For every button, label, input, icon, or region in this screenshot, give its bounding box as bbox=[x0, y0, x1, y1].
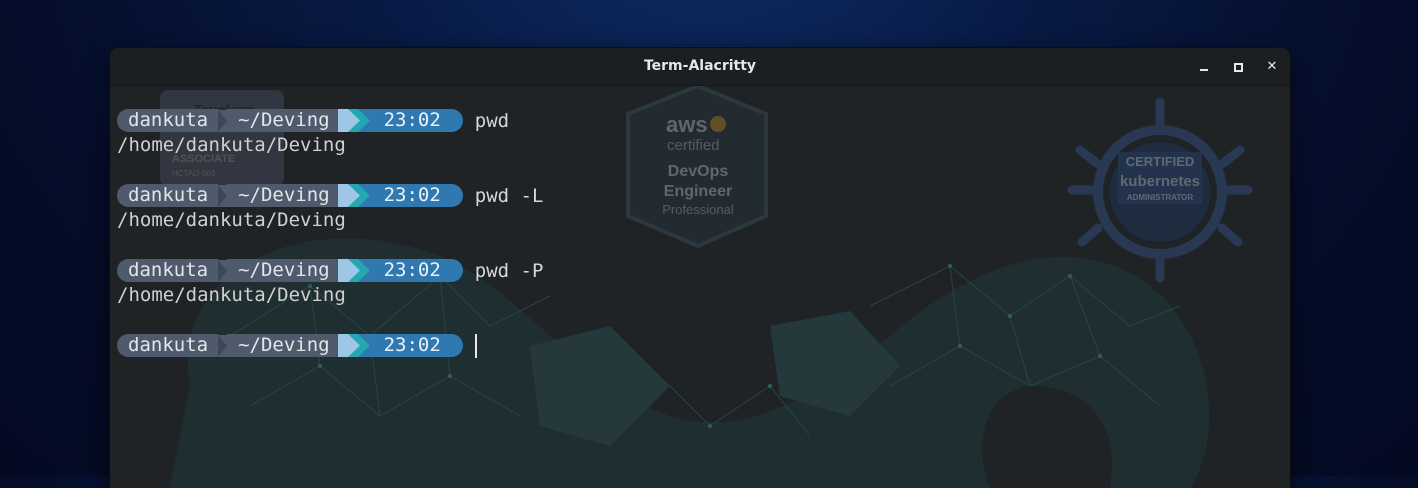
prompt-line: dankuta ~/Deving 23:02 pwd bbox=[117, 108, 543, 133]
prompt-directory: ~/Deving bbox=[227, 109, 338, 132]
command-text: pwd bbox=[474, 109, 510, 132]
terminal-window: Term-Alacritty ✕ Terraform ASSOCIATE HCT… bbox=[110, 48, 1290, 488]
prompt-time: 23:02 bbox=[379, 184, 463, 207]
prompt-directory: ~/Deving bbox=[227, 184, 338, 207]
prompt-separator-icon bbox=[218, 109, 228, 132]
terminal-area[interactable]: Terraform ASSOCIATE HCTAO-003 aws certif… bbox=[110, 86, 1290, 488]
title-bar[interactable]: Term-Alacritty ✕ bbox=[110, 48, 1290, 86]
minimize-icon bbox=[1200, 69, 1208, 71]
prompt-line: dankuta ~/Deving 23:02 pwd -L bbox=[117, 183, 543, 208]
prompt-directory: ~/Deving bbox=[227, 259, 338, 282]
text-cursor[interactable] bbox=[474, 333, 477, 358]
prompt-separator-icon bbox=[218, 334, 228, 357]
prompt-user: dankuta bbox=[117, 259, 219, 282]
prompt-time: 23:02 bbox=[379, 334, 463, 357]
svg-text:CERTIFIED: CERTIFIED bbox=[1126, 154, 1195, 169]
svg-text:kubernetes: kubernetes bbox=[1120, 173, 1200, 190]
prompt-user: dankuta bbox=[117, 184, 219, 207]
aws-devops-badge: aws certified DevOps Engineer Profession… bbox=[626, 86, 768, 249]
command-output: /home/dankuta/Deving bbox=[117, 284, 346, 306]
close-icon: ✕ bbox=[1266, 59, 1278, 74]
prompt-chevrons-icon bbox=[337, 334, 380, 357]
svg-text:ADMINISTRATOR: ADMINISTRATOR bbox=[1127, 193, 1194, 202]
prompt-time: 23:02 bbox=[379, 259, 463, 282]
prompt-separator-icon bbox=[218, 184, 228, 207]
prompt-line: dankuta ~/Deving 23:02 pwd -P bbox=[117, 258, 543, 283]
prompt-chevrons-icon bbox=[337, 184, 380, 207]
svg-text:Engineer: Engineer bbox=[664, 183, 732, 200]
minimize-button[interactable] bbox=[1194, 57, 1214, 77]
prompt-line-active[interactable]: dankuta ~/Deving 23:02 bbox=[117, 333, 543, 358]
svg-text:Professional: Professional bbox=[662, 202, 734, 217]
maximize-icon bbox=[1234, 63, 1243, 72]
close-button[interactable]: ✕ bbox=[1262, 57, 1282, 77]
prompt-separator-icon bbox=[218, 259, 228, 282]
prompt-chevrons-icon bbox=[337, 259, 380, 282]
svg-text:DevOps: DevOps bbox=[668, 163, 729, 180]
command-text: pwd -P bbox=[474, 259, 544, 282]
prompt-time: 23:02 bbox=[379, 109, 463, 132]
prompt-chevrons-icon bbox=[337, 109, 380, 132]
svg-text:certified: certified bbox=[667, 137, 720, 154]
prompt-directory: ~/Deving bbox=[227, 334, 338, 357]
prompt-user: dankuta bbox=[117, 334, 219, 357]
svg-text:aws: aws bbox=[666, 112, 708, 137]
window-title: Term-Alacritty bbox=[643, 58, 757, 74]
prompt-user: dankuta bbox=[117, 109, 219, 132]
kubernetes-badge: CERTIFIED kubernetes ADMINISTRATOR bbox=[1067, 97, 1253, 283]
command-output: /home/dankuta/Deving bbox=[117, 209, 346, 231]
maximize-button[interactable] bbox=[1228, 57, 1248, 77]
command-text: pwd -L bbox=[474, 184, 544, 207]
terminal-output: dankuta ~/Deving 23:02 pwd /home/dankuta/De… bbox=[117, 108, 543, 358]
command-output: /home/dankuta/Deving bbox=[117, 134, 346, 156]
